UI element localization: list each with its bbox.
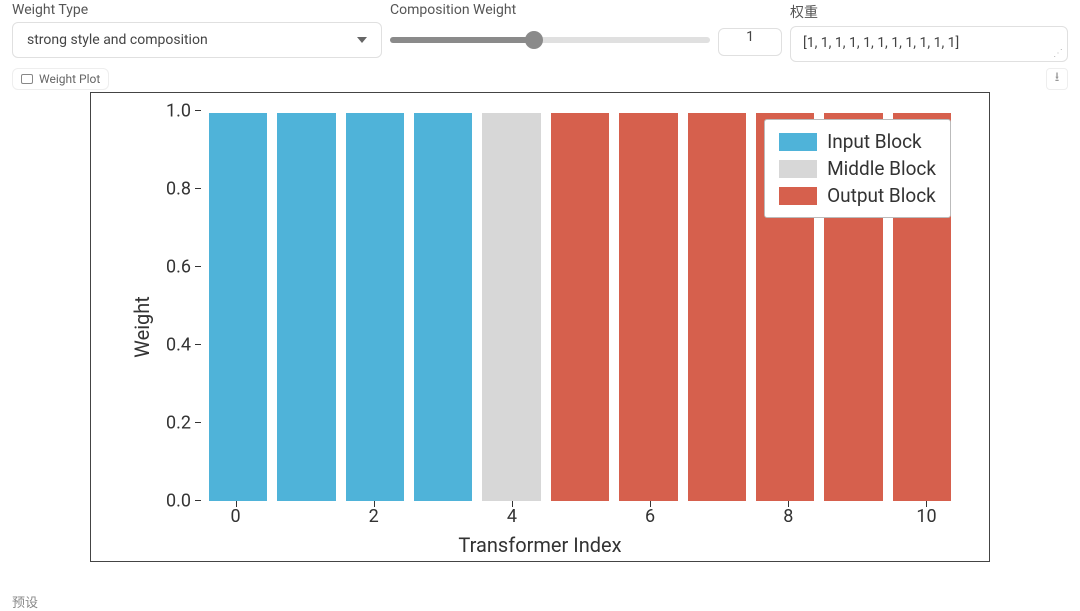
y-tick: 0.4 bbox=[151, 335, 191, 356]
legend-entry: Input Block bbox=[779, 128, 936, 155]
y-tick: 0.0 bbox=[151, 491, 191, 512]
preset-label: 预设 bbox=[0, 592, 1080, 611]
x-tick: 8 bbox=[783, 506, 793, 527]
weight-plot-tab[interactable]: Weight Plot bbox=[12, 68, 109, 90]
slider-thumb[interactable] bbox=[525, 31, 543, 49]
bar-7 bbox=[688, 113, 746, 501]
chart-legend: Input Block Middle Block Output Block bbox=[764, 119, 951, 218]
bar-2 bbox=[346, 113, 404, 501]
composition-weight-number[interactable]: 1 bbox=[718, 28, 782, 56]
y-tick: 0.6 bbox=[151, 257, 191, 278]
legend-label: Output Block bbox=[827, 184, 936, 207]
bar-6 bbox=[619, 113, 677, 501]
composition-weight-slider[interactable] bbox=[390, 22, 710, 58]
legend-entry: Output Block bbox=[779, 182, 936, 209]
plot-area: Weight Transformer Index Input BlockMidd… bbox=[60, 92, 1020, 592]
weights-label: 权重 bbox=[790, 2, 1068, 22]
legend-label: Middle Block bbox=[827, 157, 936, 180]
chevron-down-icon bbox=[357, 37, 367, 43]
legend-entry: Middle Block bbox=[779, 155, 936, 182]
legend-swatch bbox=[779, 133, 817, 151]
resize-handle-icon[interactable]: ⋰ bbox=[1053, 49, 1063, 59]
x-tick: 0 bbox=[230, 506, 240, 527]
y-tick: 1.0 bbox=[151, 101, 191, 122]
download-icon: ⭳ bbox=[1055, 68, 1060, 90]
weight-type-dropdown[interactable]: strong style and composition bbox=[12, 22, 382, 58]
weight-type-value: strong style and composition bbox=[27, 32, 208, 48]
legend-swatch bbox=[779, 187, 817, 205]
x-tick: 2 bbox=[369, 506, 379, 527]
legend-label: Input Block bbox=[827, 130, 922, 153]
weights-textarea[interactable]: [1, 1, 1, 1, 1, 1, 1, 1, 1, 1, 1] ⋰ bbox=[790, 26, 1068, 62]
y-tick: 0.8 bbox=[151, 179, 191, 200]
bar-1 bbox=[277, 113, 335, 501]
bar-3 bbox=[414, 113, 472, 501]
bar-4 bbox=[482, 113, 540, 501]
slider-fill bbox=[390, 37, 534, 43]
weight-type-label: Weight Type bbox=[12, 2, 382, 18]
legend-swatch bbox=[779, 160, 817, 178]
y-tick: 0.2 bbox=[151, 413, 191, 434]
weights-value: [1, 1, 1, 1, 1, 1, 1, 1, 1, 1, 1] bbox=[803, 35, 959, 51]
composition-weight-label: Composition Weight bbox=[390, 2, 710, 18]
weight-chart: Weight Transformer Index Input BlockMidd… bbox=[90, 92, 990, 562]
x-tick: 4 bbox=[507, 506, 517, 527]
x-tick: 10 bbox=[916, 506, 936, 527]
bar-0 bbox=[209, 113, 267, 501]
download-button[interactable]: ⭳ bbox=[1046, 68, 1068, 90]
x-axis-label: Transformer Index bbox=[458, 533, 621, 557]
x-tick: 6 bbox=[645, 506, 655, 527]
bar-5 bbox=[551, 113, 609, 501]
plot-tab-label: Weight Plot bbox=[39, 72, 100, 86]
image-icon bbox=[21, 74, 33, 84]
